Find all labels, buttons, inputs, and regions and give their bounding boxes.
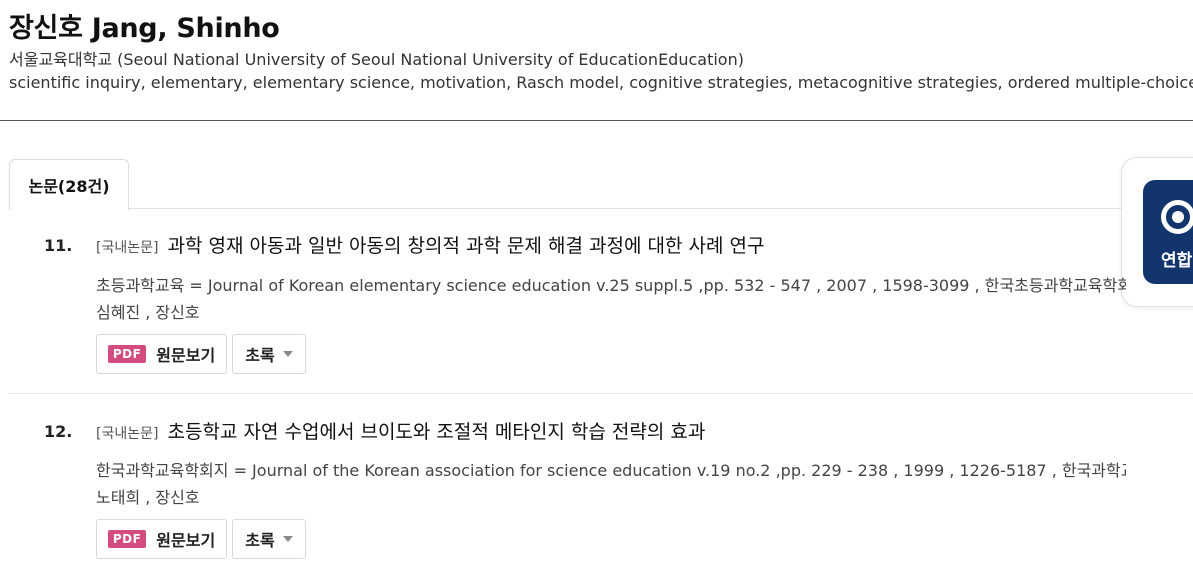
paper-title-link[interactable]: 과학 영재 아동과 일반 아동의 창의적 과학 문제 해결 과정에 대한 사례 …: [168, 235, 765, 257]
paper-tag: [국내논문]: [96, 240, 159, 256]
side-app-widget[interactable]: 연합: [1121, 157, 1193, 307]
researcher-name: 장신호 Jang, Shinho: [9, 13, 280, 44]
abstract-label: 초록: [245, 346, 275, 365]
caret-down-icon: [282, 536, 293, 542]
paper-title-link[interactable]: 초등학교 자연 수업에서 브이도와 조절적 메타인지 학습 전략의 효과: [168, 421, 706, 443]
profile-header: 장신호 Jang, Shinho 서울교육대학교 (Seoul National…: [0, 0, 1193, 121]
paper-meta: 초등과학교육 = Journal of Korean elementary sc…: [96, 276, 1126, 295]
pdf-view-button[interactable]: PDF 원문보기: [96, 334, 227, 374]
pdf-badge-icon: PDF: [107, 345, 147, 363]
paper-divider: [9, 393, 1193, 394]
affiliation: 서울교육대학교 (Seoul National University of Se…: [9, 50, 744, 69]
paper-number: 11.: [44, 236, 73, 255]
paper-meta: 한국과학교육학회지 = Journal of the Korean associ…: [96, 461, 1126, 480]
abstract-label: 초록: [245, 531, 275, 550]
tab-papers[interactable]: 논문(28건): [9, 159, 129, 210]
paper-title-line: [국내논문] 초등학교 자연 수업에서 브이도와 조절적 메타인지 학습 전략의…: [96, 417, 705, 444]
paper-number: 12.: [44, 422, 73, 441]
caret-down-icon: [282, 351, 293, 357]
pdf-view-label: 원문보기: [156, 346, 216, 365]
abstract-dropdown-button[interactable]: 초록: [232, 334, 306, 374]
pdf-view-button[interactable]: PDF 원문보기: [96, 519, 227, 559]
tab-bar-line: [9, 208, 1193, 209]
paper-authors: 노태희 , 장신호: [96, 488, 200, 507]
side-app-label: 연합: [1161, 251, 1193, 271]
paper-title-line: [국내논문] 과학 영재 아동과 일반 아동의 창의적 과학 문제 해결 과정에…: [96, 231, 764, 258]
pdf-badge-icon: PDF: [107, 530, 147, 548]
paper-tag: [국내논문]: [96, 426, 159, 442]
keywords: scientific inquiry, elementary, elementa…: [9, 73, 1193, 92]
side-app-icon[interactable]: 연합: [1143, 180, 1193, 284]
abstract-dropdown-button[interactable]: 초록: [232, 519, 306, 559]
paper-authors: 심혜진 , 장신호: [96, 303, 200, 322]
pdf-view-label: 원문보기: [156, 531, 216, 550]
tab-papers-label: 논문(28건): [28, 177, 110, 196]
app-ring-icon: [1161, 200, 1193, 234]
